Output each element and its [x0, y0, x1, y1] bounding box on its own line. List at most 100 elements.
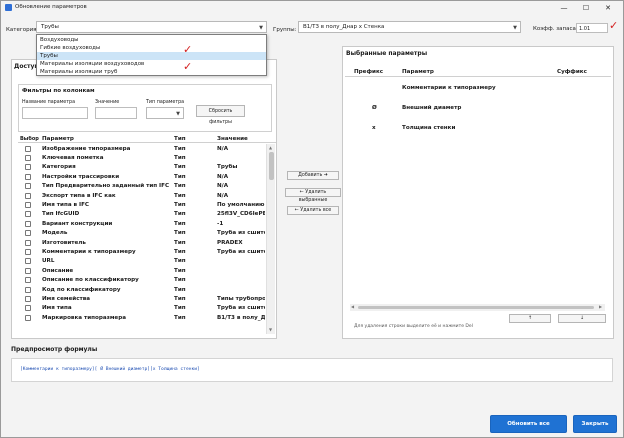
selected-row[interactable]: x Толщина стенки — [345, 123, 611, 135]
table-row[interactable]: Код по классификатору Тип — [18, 285, 266, 294]
available-vertical-scrollbar[interactable]: ▲ ▼ — [266, 144, 275, 334]
row-prefix: Ø — [372, 104, 377, 111]
param-value: N/A — [217, 145, 229, 152]
reset-filters-button[interactable]: Сбросить фильтры — [196, 105, 245, 125]
row-checkbox[interactable] — [25, 164, 31, 171]
param-type: Тип — [174, 314, 186, 321]
selected-title: Выбранные параметры — [346, 50, 428, 57]
category-option[interactable]: Гибкие воздуховоды — [37, 44, 266, 52]
table-row[interactable]: Категория Тип Трубы — [18, 163, 266, 172]
window-title: Обновление параметров — [15, 4, 87, 10]
table-row[interactable]: Маркировка типоразмера Тип В1/Т3 в полу_Д — [18, 313, 266, 322]
row-checkbox[interactable] — [25, 230, 31, 237]
category-combobox[interactable]: Трубы ▼ — [36, 21, 267, 33]
table-row[interactable]: Изображение типоразмера Тип N/A — [18, 144, 266, 153]
param-name: Настройки трассировки — [42, 173, 120, 180]
selected-row[interactable]: Ø Внешний диаметр — [345, 103, 611, 115]
param-name: Тип Предварительно заданный тип IFC — [42, 183, 170, 190]
row-checkbox[interactable] — [25, 295, 31, 302]
table-row[interactable]: Экспорт типа в IFC как Тип N/A — [18, 191, 266, 200]
param-value: N/A — [217, 183, 229, 190]
table-row[interactable]: Модель Тип Труба из сшито — [18, 229, 266, 238]
table-row[interactable]: Имя типа в IFC Тип По умолчанию — [18, 200, 266, 209]
scroll-up-icon: ▲ — [269, 145, 273, 150]
param-type: Тип — [174, 248, 186, 255]
category-option[interactable]: Воздуховоды — [37, 36, 266, 44]
row-checkbox[interactable] — [25, 183, 31, 190]
remove-selected-button[interactable]: ← Удалить выбранные — [285, 188, 341, 203]
param-type: Тип — [174, 305, 186, 312]
col-header-choice: Выбор — [20, 135, 39, 142]
table-row[interactable]: Тип IfcGUID Тип 25fl3V_CD6IePE — [18, 210, 266, 219]
remove-all-button[interactable]: ← Удалить все — [287, 206, 339, 215]
table-row[interactable]: Комментарии к типоразмеру Тип Труба из сши… — [18, 247, 266, 256]
check-mark-icon: ✓ — [183, 60, 193, 73]
param-type: Тип — [174, 220, 186, 227]
category-option[interactable]: Материалы изоляции воздуховодов — [37, 60, 266, 68]
preview-group: Предпросмотр формулы [Комментарии к типо… — [11, 346, 613, 386]
row-checkbox[interactable] — [25, 248, 31, 255]
selected-row[interactable]: Комментарии к типоразмеру — [345, 83, 611, 95]
col-header-param: Параметр — [402, 68, 434, 75]
table-row[interactable]: Имя семейства Тип Типы трубопро — [18, 294, 266, 303]
category-option[interactable]: Материалы изоляции труб — [37, 68, 266, 76]
maximize-button[interactable]: ☐ — [575, 2, 597, 14]
table-row[interactable]: Имя типа Тип Труба из сшито — [18, 304, 266, 313]
row-checkbox[interactable] — [25, 239, 31, 246]
row-checkbox[interactable] — [25, 192, 31, 199]
move-down-button[interactable]: ↓ — [558, 314, 606, 323]
param-name: Тип IfcGUID — [42, 211, 80, 218]
category-option-selected[interactable]: Трубы — [37, 52, 266, 60]
row-prefix: x — [372, 124, 376, 131]
add-button[interactable]: Добавить ➜ — [287, 171, 339, 180]
minimize-button[interactable]: — — [553, 2, 575, 14]
row-checkbox[interactable] — [25, 201, 31, 208]
param-name: Экспорт типа в IFC как — [42, 192, 116, 199]
category-value: Трубы — [41, 24, 59, 30]
row-param: Комментарии к типоразмеру — [402, 84, 496, 91]
filter-name-input[interactable] — [22, 107, 88, 119]
row-checkbox[interactable] — [25, 267, 31, 274]
row-checkbox[interactable] — [25, 211, 31, 218]
groups-label: Группы: — [273, 27, 297, 33]
available-table: Выбор Параметр Тип Значение Изображение … — [18, 134, 276, 334]
row-checkbox[interactable] — [25, 258, 31, 265]
table-row[interactable]: Тип Предварительно заданный тип IFC Тип N/… — [18, 182, 266, 191]
param-value: 25fl3V_CD6IePE — [217, 211, 265, 218]
row-checkbox[interactable] — [25, 305, 31, 312]
groups-combobox[interactable]: В1/Т3 в полу_Днар х Стенка ▼ — [298, 21, 521, 33]
param-type: Тип — [174, 239, 186, 246]
row-checkbox[interactable] — [25, 314, 31, 321]
row-checkbox[interactable] — [25, 154, 31, 161]
category-label: Категория — [6, 27, 37, 33]
table-row[interactable]: Описание Тип — [18, 266, 266, 275]
check-mark-icon: ✓ — [609, 19, 619, 32]
filters-title: Фильтры по колонкам — [22, 88, 95, 94]
move-up-button[interactable]: ↑ — [509, 314, 551, 323]
param-name: Код по классификатору — [42, 286, 121, 293]
scroll-thumb[interactable] — [358, 306, 594, 309]
filter-type-combobox[interactable]: ▼ — [146, 107, 184, 119]
row-checkbox[interactable] — [25, 220, 31, 227]
close-window-button[interactable]: ✕ — [597, 2, 619, 14]
table-row[interactable]: URL Тип — [18, 257, 266, 266]
update-all-button[interactable]: Обновить все элементы — [490, 415, 567, 433]
table-row[interactable]: Описание по классификатору Тип — [18, 276, 266, 285]
table-row[interactable]: Настройки трассировки Тип N/A — [18, 172, 266, 181]
row-checkbox[interactable] — [25, 277, 31, 284]
coef-input[interactable]: 1.01 — [576, 23, 608, 33]
param-name: Вариант конструкции — [42, 220, 113, 227]
filter-value-input[interactable] — [95, 107, 137, 119]
table-row[interactable]: Ключевая пометка Тип — [18, 153, 266, 162]
selected-horizontal-scrollbar[interactable]: ◀ ▶ — [350, 304, 605, 311]
row-checkbox[interactable] — [25, 286, 31, 293]
table-row[interactable]: Вариант конструкции Тип -1 — [18, 219, 266, 228]
row-checkbox[interactable] — [25, 145, 31, 152]
table-row[interactable]: Изготовитель Тип PRADEX — [18, 238, 266, 247]
close-button[interactable]: Закрыть — [573, 415, 617, 433]
scroll-thumb[interactable] — [269, 152, 274, 180]
available-rows: Изображение типоразмера Тип N/A Ключевая по… — [18, 144, 266, 334]
col-header-prefix: Префикс — [354, 68, 384, 75]
row-checkbox[interactable] — [25, 173, 31, 180]
param-name: Изображение типоразмера — [42, 145, 131, 152]
